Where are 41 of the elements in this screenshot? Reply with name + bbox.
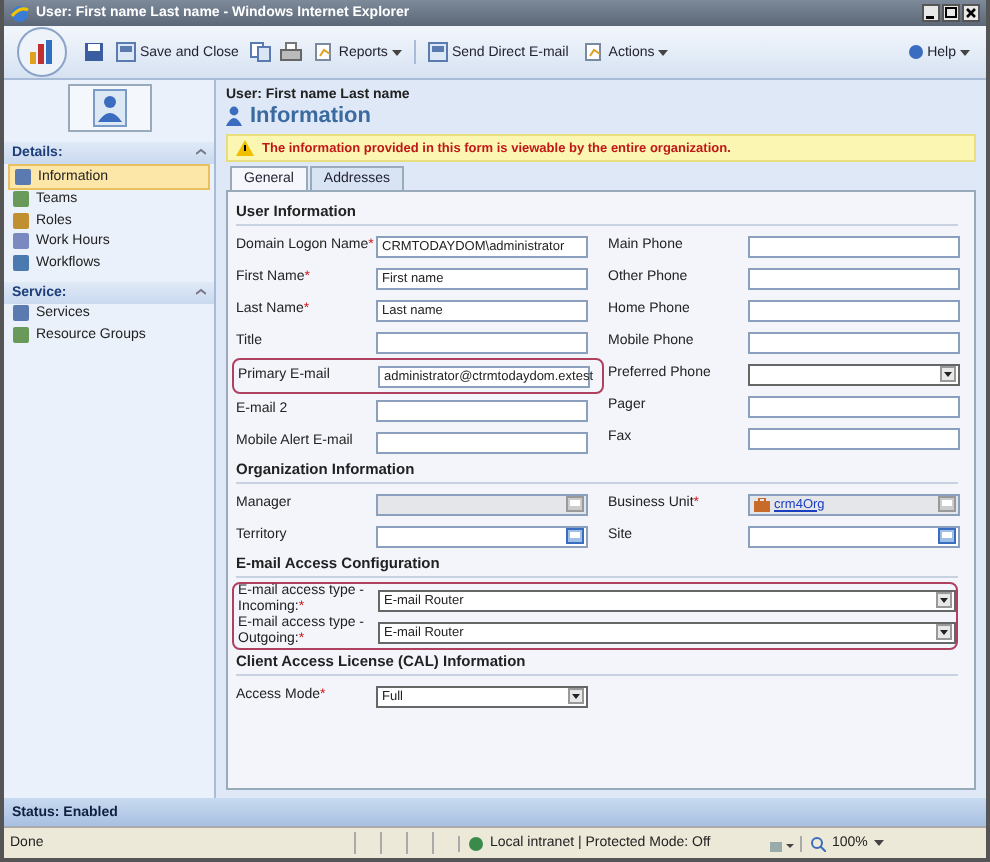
browser-icon [10,3,30,23]
help-icon [907,44,924,60]
caret-icon [960,49,970,55]
dropdown-field[interactable] [748,363,960,385]
caret-icon [658,49,669,55]
maximize-icon[interactable] [942,4,960,22]
text-field[interactable] [376,431,588,453]
page-title: Information [250,104,371,128]
logo-icon[interactable] [16,26,68,78]
caret-icon [391,49,402,55]
close-icon[interactable] [962,4,980,22]
zoom-icon [810,835,826,851]
copy-icon[interactable] [250,42,273,62]
lookup-field[interactable] [748,525,960,547]
text-field[interactable] [748,267,960,289]
dropdown-arrow-icon[interactable] [936,624,952,640]
text-field[interactable] [376,331,588,353]
save-icon[interactable] [84,42,104,62]
globe-icon [468,835,484,851]
text-field[interactable] [748,235,960,257]
text-field[interactable] [748,331,960,353]
collapse-icon[interactable] [196,148,206,158]
collapse-icon[interactable] [196,287,206,297]
form-icon [116,42,136,62]
minimize-icon[interactable] [922,4,940,22]
document-icon [314,42,335,62]
dropdown-arrow-icon[interactable] [936,592,952,608]
text-field[interactable] [376,399,588,421]
caret-icon [873,840,884,846]
briefcase-icon [754,497,770,511]
text-field[interactable] [748,299,960,321]
form-icon [427,42,448,62]
lookup-field[interactable] [376,525,588,547]
dropdown-arrow-icon[interactable] [940,366,956,382]
user-icon [226,106,242,126]
printer-icon[interactable] [280,42,303,62]
warning-icon [236,140,254,156]
text-field[interactable] [748,395,960,417]
dropdown-arrow-icon[interactable] [568,688,584,704]
text-field[interactable] [748,427,960,449]
document-icon [584,42,605,62]
